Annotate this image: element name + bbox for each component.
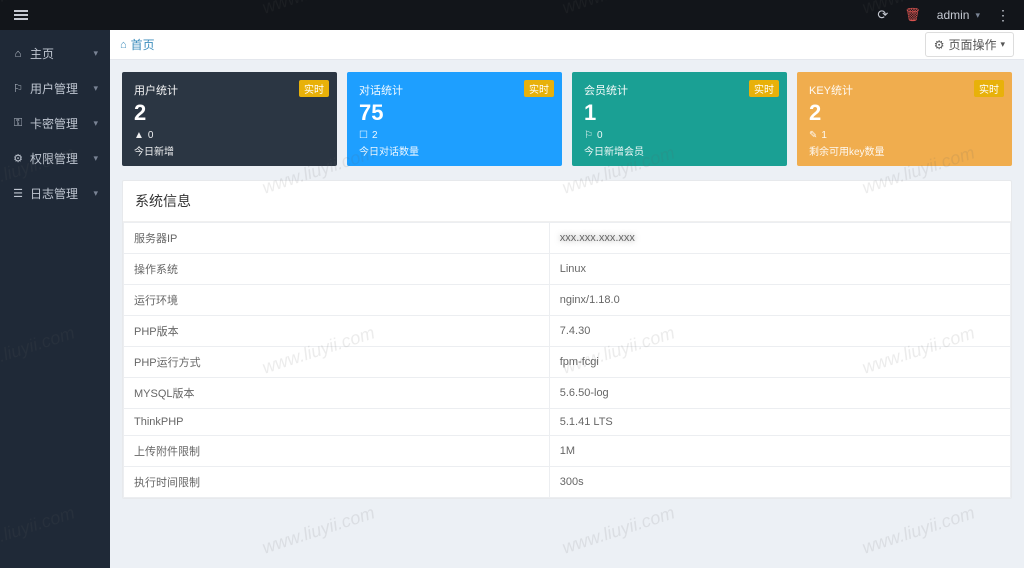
sidebar-item-label: 主页 <box>30 45 54 62</box>
topbar: ⟳ 🗑 admin ▾ ⋮ <box>0 0 1024 30</box>
sysinfo-val: 7.4.30 <box>549 316 1010 347</box>
chevron-down-icon: ▾ <box>93 153 98 164</box>
table-row: 执行时间限制300s <box>124 467 1011 498</box>
card-title: 对话统计 <box>359 82 550 98</box>
user-menu[interactable]: admin ▾ <box>937 8 980 22</box>
sysinfo-val: xxx.xxx.xxx.xxx <box>549 223 1010 254</box>
trash-icon[interactable]: 🗑 <box>904 7 921 23</box>
table-row: ThinkPHP5.1.41 LTS <box>124 409 1011 436</box>
table-row: PHP运行方式fpm-fcgi <box>124 347 1011 378</box>
card-subtxt: 今日新增 <box>134 143 325 158</box>
sysinfo-key: MYSQL版本 <box>124 378 550 409</box>
sidebar-item-label: 权限管理 <box>30 150 78 167</box>
main: ⌂ 首页 ⚙ 页面操作 ▾ 实时用户统计2▲0今日新增实时对话统计75☐2今日对… <box>110 30 1024 568</box>
chevron-down-icon: ▾ <box>1000 39 1005 50</box>
sysinfo-panel: 系统信息 服务器IPxxx.xxx.xxx.xxx操作系统Linux运行环境ng… <box>122 180 1012 499</box>
sysinfo-key: 执行时间限制 <box>124 467 550 498</box>
card-value: 2 <box>809 100 1000 126</box>
table-row: 服务器IPxxx.xxx.xxx.xxx <box>124 223 1011 254</box>
sysinfo-key: ThinkPHP <box>124 409 550 436</box>
chevron-down-icon: ▾ <box>975 10 980 21</box>
sidebar-icon: ⚙ <box>12 152 24 165</box>
card-sub-icon: ▲ <box>134 130 144 141</box>
sidebar-icon: ☰ <box>12 187 24 200</box>
card-subtxt: 今日新增会员 <box>584 143 775 158</box>
card-subtxt: 今日对话数量 <box>359 143 550 158</box>
sysinfo-key: 上传附件限制 <box>124 436 550 467</box>
stat-card-1: 实时对话统计75☐2今日对话数量 <box>347 72 562 166</box>
sysinfo-val: fpm-fcgi <box>549 347 1010 378</box>
card-sub: ☐2 <box>359 130 550 141</box>
user-name: admin <box>937 8 970 22</box>
card-subtxt: 剩余可用key数量 <box>809 143 1000 158</box>
sysinfo-key: 运行环境 <box>124 285 550 316</box>
stat-card-3: 实时KEY统计2✎1剩余可用key数量 <box>797 72 1012 166</box>
page-ops-label: 页面操作 <box>948 36 996 53</box>
card-sub: ⚐0 <box>584 130 775 141</box>
sidebar-item-0[interactable]: ⌂ 主页 ▾ <box>0 36 110 71</box>
card-value: 2 <box>134 100 325 126</box>
stat-card-2: 实时会员统计1⚐0今日新增会员 <box>572 72 787 166</box>
sysinfo-val: Linux <box>549 254 1010 285</box>
gear-icon: ⚙ <box>934 38 945 52</box>
sysinfo-val: nginx/1.18.0 <box>549 285 1010 316</box>
breadcrumb-bar: ⌂ 首页 ⚙ 页面操作 ▾ <box>110 30 1024 60</box>
more-icon[interactable]: ⋮ <box>996 7 1010 24</box>
stat-card-0: 实时用户统计2▲0今日新增 <box>122 72 337 166</box>
home-icon: ⌂ <box>120 39 127 51</box>
sidebar-item-4[interactable]: ☰ 日志管理 ▾ <box>0 176 110 211</box>
breadcrumb-home: 首页 <box>131 36 155 53</box>
sidebar: ⌂ 主页 ▾ ⚐ 用户管理 ▾ ⚿ 卡密管理 ▾ ⚙ 权限管理 ▾ ☰ 日志管理 ▾ <box>0 30 110 568</box>
table-row: 操作系统Linux <box>124 254 1011 285</box>
sysinfo-val: 300s <box>549 467 1010 498</box>
table-row: 上传附件限制1M <box>124 436 1011 467</box>
card-title: 会员统计 <box>584 82 775 98</box>
card-sub-icon: ⚐ <box>584 130 593 141</box>
card-title: KEY统计 <box>809 82 1000 98</box>
chevron-down-icon: ▾ <box>93 118 98 129</box>
stat-cards: 实时用户统计2▲0今日新增实时对话统计75☐2今日对话数量实时会员统计1⚐0今日… <box>122 72 1012 166</box>
card-value: 1 <box>584 100 775 126</box>
card-sub: ✎1 <box>809 130 1000 141</box>
sysinfo-key: PHP运行方式 <box>124 347 550 378</box>
sysinfo-title: 系统信息 <box>123 181 1011 222</box>
sysinfo-key: PHP版本 <box>124 316 550 347</box>
sidebar-icon: ⌂ <box>12 48 24 60</box>
sidebar-item-label: 日志管理 <box>30 185 78 202</box>
chevron-down-icon: ▾ <box>93 48 98 59</box>
sidebar-icon: ⚿ <box>12 117 24 130</box>
sysinfo-table: 服务器IPxxx.xxx.xxx.xxx操作系统Linux运行环境nginx/1… <box>123 222 1011 498</box>
sidebar-icon: ⚐ <box>12 82 24 95</box>
table-row: 运行环境nginx/1.18.0 <box>124 285 1011 316</box>
sidebar-item-label: 用户管理 <box>30 80 78 97</box>
card-sub: ▲0 <box>134 130 325 141</box>
table-row: MYSQL版本5.6.50-log <box>124 378 1011 409</box>
sidebar-item-label: 卡密管理 <box>30 115 78 132</box>
sysinfo-val: 5.6.50-log <box>549 378 1010 409</box>
sidebar-item-1[interactable]: ⚐ 用户管理 ▾ <box>0 71 110 106</box>
sidebar-item-2[interactable]: ⚿ 卡密管理 ▾ <box>0 106 110 141</box>
refresh-icon[interactable]: ⟳ <box>877 7 888 23</box>
card-sub-icon: ✎ <box>809 130 817 141</box>
sysinfo-val: 1M <box>549 436 1010 467</box>
sysinfo-val: 5.1.41 LTS <box>549 409 1010 436</box>
page-ops-button[interactable]: ⚙ 页面操作 ▾ <box>925 32 1014 57</box>
breadcrumb[interactable]: ⌂ 首页 <box>120 36 155 53</box>
sidebar-item-3[interactable]: ⚙ 权限管理 ▾ <box>0 141 110 176</box>
table-row: PHP版本7.4.30 <box>124 316 1011 347</box>
card-value: 75 <box>359 100 550 126</box>
sysinfo-key: 操作系统 <box>124 254 550 285</box>
chevron-down-icon: ▾ <box>93 188 98 199</box>
card-sub-icon: ☐ <box>359 130 368 141</box>
chevron-down-icon: ▾ <box>93 83 98 94</box>
card-title: 用户统计 <box>134 82 325 98</box>
menu-toggle[interactable] <box>14 10 28 20</box>
sysinfo-key: 服务器IP <box>124 223 550 254</box>
